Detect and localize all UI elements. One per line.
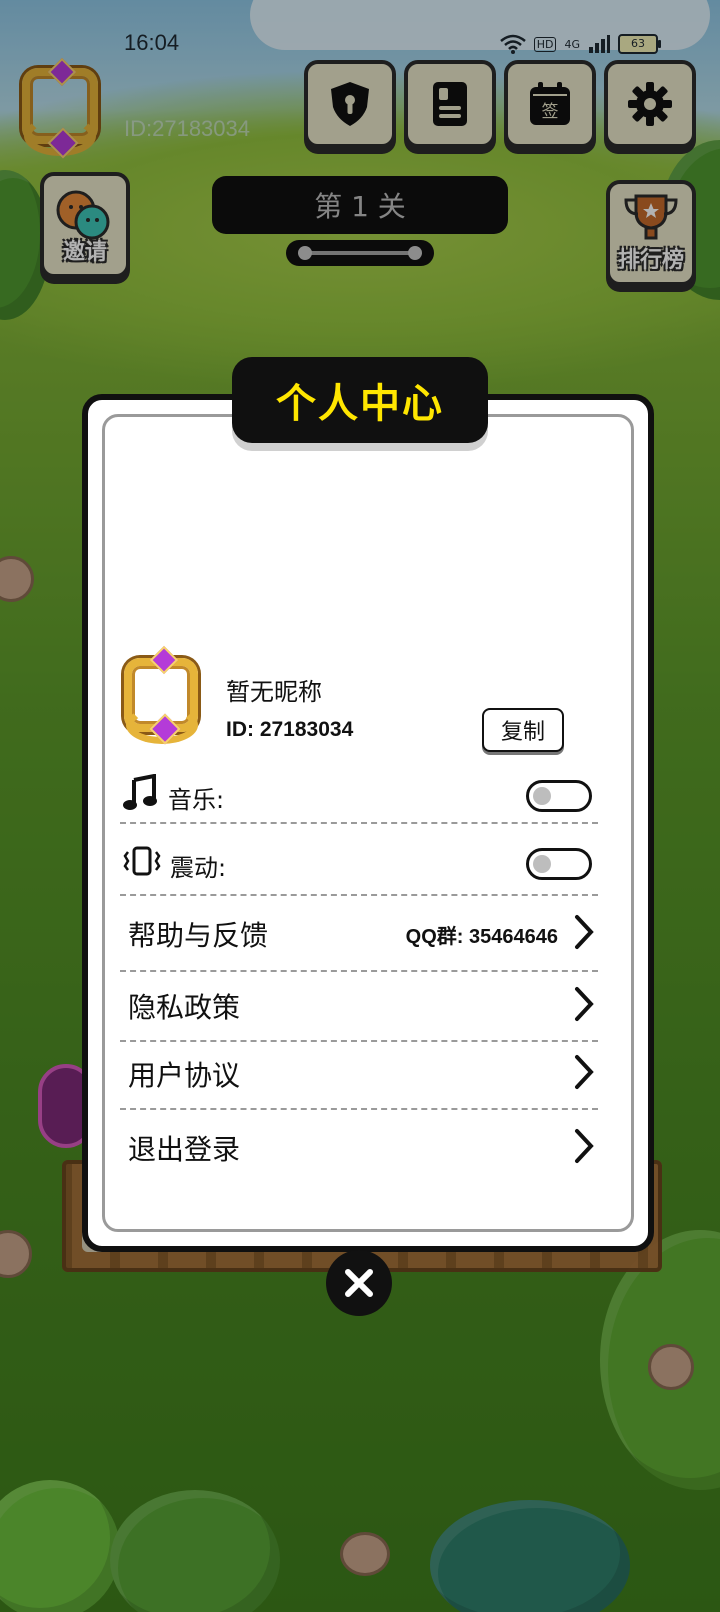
vibration-toggle-knob	[533, 855, 551, 873]
chevron-right-icon	[575, 1129, 594, 1163]
vibration-toggle[interactable]	[526, 848, 592, 880]
nickname: 暂无昵称	[226, 678, 322, 706]
chevron-right-icon	[575, 987, 594, 1021]
vibrate-icon	[123, 846, 161, 876]
logout-label: 退出登录	[128, 1133, 241, 1166]
privacy-policy-label: 隐私政策	[128, 991, 241, 1024]
logout-row[interactable]: 退出登录	[120, 1110, 598, 1184]
qq-group: QQ群: 35464646	[405, 926, 558, 948]
modal-title: 个人中心	[232, 357, 488, 443]
music-toggle[interactable]	[526, 780, 592, 812]
chevron-right-icon	[575, 915, 594, 949]
close-modal-button[interactable]	[326, 1250, 392, 1316]
music-row: 音乐:	[120, 772, 598, 824]
chevron-right-icon	[575, 1055, 594, 1089]
music-label: 音乐:	[168, 786, 225, 814]
user-agreement-row[interactable]: 用户协议	[120, 1040, 598, 1110]
music-note-icon	[123, 774, 157, 810]
profile-avatar-frame[interactable]	[122, 645, 202, 745]
user-id: ID: 27183034	[226, 718, 354, 741]
close-icon	[345, 1269, 373, 1297]
vibration-label: 震动:	[170, 854, 227, 882]
privacy-policy-row[interactable]: 隐私政策	[120, 970, 598, 1042]
user-agreement-label: 用户协议	[128, 1059, 241, 1092]
music-toggle-knob	[533, 787, 551, 805]
help-feedback-label: 帮助与反馈	[128, 919, 269, 952]
copy-id-button[interactable]: 复制	[482, 708, 564, 752]
help-feedback-row[interactable]: 帮助与反馈 QQ群: 35464646	[120, 894, 598, 972]
vibration-row: 震动:	[120, 840, 598, 890]
